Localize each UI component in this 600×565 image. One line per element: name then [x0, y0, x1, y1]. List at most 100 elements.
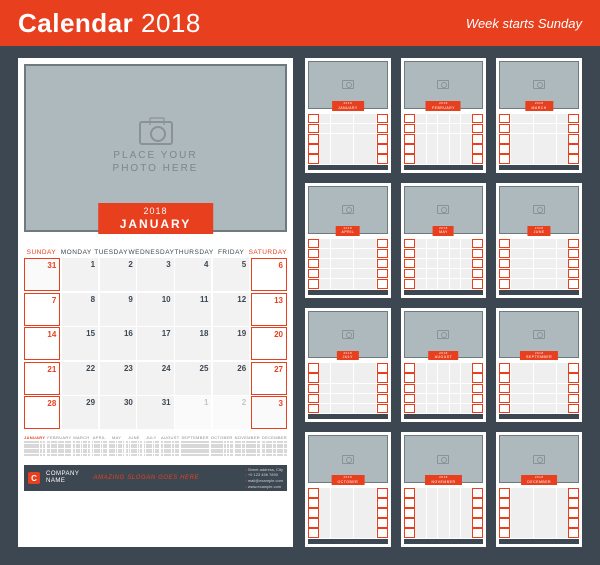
mini-month[interactable]: JULY: [144, 435, 159, 461]
date-cell[interactable]: 5: [213, 258, 249, 291]
month-thumbnail[interactable]: 2018OCTOBER: [305, 432, 391, 547]
thumb-year: 2018: [431, 476, 455, 480]
mini-month[interactable]: NOVEMBER: [235, 435, 260, 461]
date-cell[interactable]: 10: [137, 293, 173, 326]
thumb-month: JULY: [343, 355, 353, 359]
company-slogan: AMAZING SLOGAN GOES HERE: [93, 475, 239, 481]
thumb-footer: [404, 290, 484, 295]
date-cell[interactable]: 14: [24, 327, 60, 360]
month-thumbnail[interactable]: 2018FEBRUARY: [401, 58, 487, 173]
date-cell[interactable]: 1: [175, 396, 211, 429]
date-cell[interactable]: 13: [251, 293, 287, 326]
thumb-footer: [499, 290, 579, 295]
mini-month-grid: [92, 441, 107, 461]
date-cell[interactable]: 28: [24, 396, 60, 429]
mini-month[interactable]: MAY: [109, 435, 124, 461]
thumb-footer: [499, 414, 579, 419]
date-cell[interactable]: 6: [251, 258, 287, 291]
date-cell[interactable]: 18: [175, 327, 211, 360]
thumb-photo: 2018JUNE: [499, 186, 579, 234]
date-number: 16: [124, 329, 133, 338]
month-thumbnails: 2018JANUARY2018FEBRUARY2018MARCH 2018APRI…: [305, 58, 582, 547]
date-cell[interactable]: 23: [100, 362, 136, 395]
date-cell[interactable]: 27: [251, 362, 287, 395]
thumb-photo: 2018JULY: [308, 311, 388, 359]
date-cell[interactable]: 21: [24, 362, 60, 395]
date-cell[interactable]: 11: [175, 293, 211, 326]
company-name-l1: COMPANY: [46, 471, 79, 477]
month-thumbnail[interactable]: 2018MAY: [401, 183, 487, 298]
thumb-grid: [404, 488, 484, 538]
date-number: 25: [200, 364, 209, 373]
mini-month[interactable]: APRIL: [92, 435, 107, 461]
camera-icon: [533, 455, 545, 464]
month-thumbnail[interactable]: 2018MARCH: [496, 58, 582, 173]
month-thumbnail[interactable]: 2018DECEMBER: [496, 432, 582, 547]
date-cell[interactable]: 16: [100, 327, 136, 360]
thumb-footer: [499, 165, 579, 170]
date-cell[interactable]: 17: [137, 327, 173, 360]
date-cell[interactable]: 29: [62, 396, 98, 429]
mini-month-label: JANUARY: [24, 435, 45, 440]
date-cell[interactable]: 9: [100, 293, 136, 326]
date-cell[interactable]: 3: [251, 396, 287, 429]
month-thumbnail[interactable]: 2018JULY: [305, 308, 391, 423]
date-number: 3: [166, 260, 170, 269]
month-thumbnail[interactable]: 2018APRIL: [305, 183, 391, 298]
month-thumbnail[interactable]: 2018JUNE: [496, 183, 582, 298]
year-overview-strip: JANUARYFEBRUARYMARCHAPRILMAYJUNEJULYAUGU…: [24, 435, 287, 461]
date-cell[interactable]: 8: [62, 293, 98, 326]
thumb-year: 2018: [337, 476, 358, 480]
date-cell[interactable]: 15: [62, 327, 98, 360]
date-cell[interactable]: 19: [213, 327, 249, 360]
date-cell[interactable]: 31: [24, 258, 60, 291]
date-cell[interactable]: 2: [100, 258, 136, 291]
date-cell[interactable]: 3: [137, 258, 173, 291]
mini-month[interactable]: AUGUST: [161, 435, 179, 461]
thumb-month-badge: 2018DECEMBER: [521, 475, 557, 485]
mini-month[interactable]: FEBRUARY: [47, 435, 71, 461]
title-year: 2018: [133, 8, 201, 38]
date-cell[interactable]: 1: [62, 258, 98, 291]
date-cell[interactable]: 30: [100, 396, 136, 429]
month-thumbnail[interactable]: 2018NOVEMBER: [401, 432, 487, 547]
thumb-grid: [499, 239, 579, 289]
date-cell[interactable]: 26: [213, 362, 249, 395]
mini-month[interactable]: MARCH: [73, 435, 89, 461]
date-cell[interactable]: 24: [137, 362, 173, 395]
photo-caption-line1: PLACE YOUR: [113, 150, 197, 161]
date-cell[interactable]: 22: [62, 362, 98, 395]
mini-month-grid: [235, 441, 260, 461]
mini-month-grid: [109, 441, 124, 461]
mini-month[interactable]: DECEMBER: [262, 435, 287, 461]
thumb-year: 2018: [534, 227, 545, 231]
date-number: 9: [128, 295, 132, 304]
dow-label: WEDNESDAY: [129, 249, 175, 256]
mini-month-label: FEBRUARY: [47, 435, 71, 440]
mini-month[interactable]: JANUARY: [24, 435, 45, 461]
thumb-grid: [308, 239, 388, 289]
date-cell[interactable]: 12: [213, 293, 249, 326]
camera-icon: [437, 455, 449, 464]
date-cell[interactable]: 4: [175, 258, 211, 291]
thumb-year: 2018: [338, 102, 358, 106]
date-cell[interactable]: 25: [175, 362, 211, 395]
thumb-month-badge: 2018JULY: [337, 351, 359, 361]
thumb-year: 2018: [439, 227, 448, 231]
date-cell[interactable]: 2: [213, 396, 249, 429]
date-cell[interactable]: 31: [137, 396, 173, 429]
mini-month[interactable]: SEPTEMBER: [181, 435, 208, 461]
mini-month-grid: [73, 441, 89, 461]
month-thumbnail[interactable]: 2018JANUARY: [305, 58, 391, 173]
month-thumbnail[interactable]: 2018AUGUST: [401, 308, 487, 423]
mini-month[interactable]: JUNE: [126, 435, 141, 461]
mini-month-label: JULY: [144, 435, 159, 440]
date-cell[interactable]: 7: [24, 293, 60, 326]
date-cell[interactable]: 20: [251, 327, 287, 360]
badge-year: 2018: [120, 207, 192, 217]
mini-month[interactable]: OCTOBER: [211, 435, 233, 461]
contact-line: www.example.com: [245, 484, 283, 490]
month-thumbnail[interactable]: 2018SEPTEMBER: [496, 308, 582, 423]
photo-placeholder[interactable]: PLACE YOUR PHOTO HERE 2018 JANUARY: [24, 64, 287, 232]
page-title: Calendar 2018: [18, 8, 201, 39]
